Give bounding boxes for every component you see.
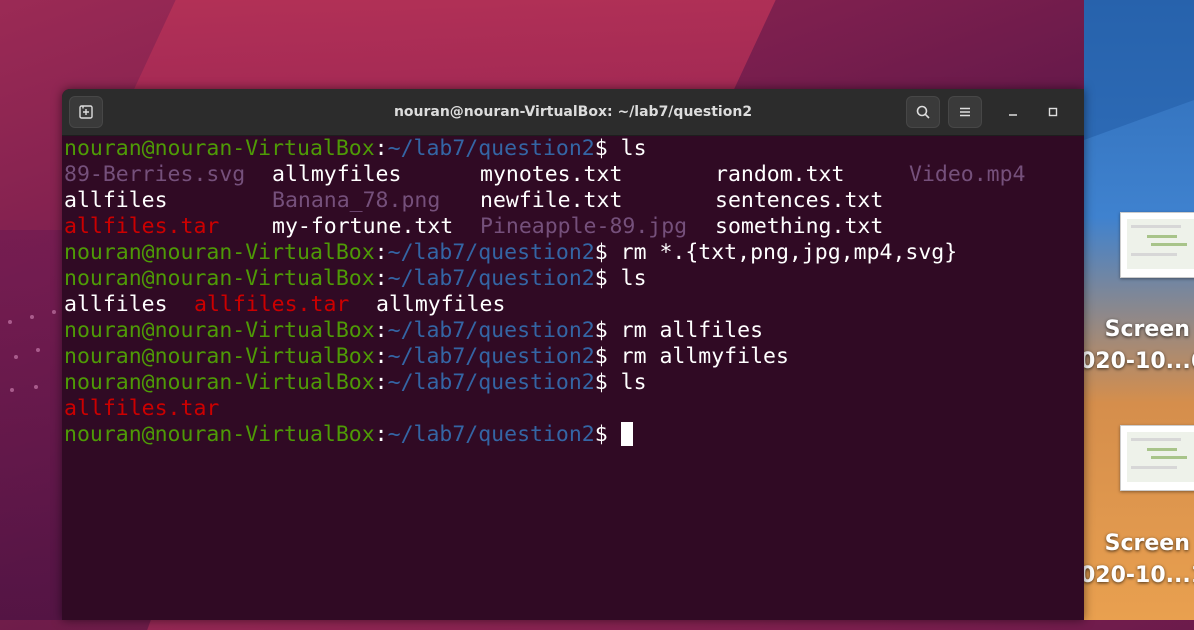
file-name: Banana_78.png [272, 188, 441, 213]
prompt-user-host: nouran@nouran-VirtualBox [64, 370, 375, 395]
search-button[interactable] [906, 96, 940, 128]
terminal-line: nouran@nouran-VirtualBox:~/lab7/question… [64, 370, 1084, 396]
text-cursor [620, 421, 633, 446]
maximize-icon [1048, 107, 1058, 117]
prompt-symbol: $ [594, 266, 621, 291]
prompt-path: ~/lab7/question2 [387, 344, 595, 369]
file-name: allmyfiles [272, 162, 402, 187]
prompt-symbol: $ [594, 370, 621, 395]
desktop-area: Screen S 020-10...6 Screen S 020-10...1 [1084, 0, 1194, 620]
prompt-separator: : [374, 344, 388, 369]
file-name: Pineapple-89.jpg [480, 214, 688, 239]
prompt-path: ~/lab7/question2 [387, 370, 595, 395]
prompt-symbol: $ [594, 422, 621, 447]
ls-output-row: allfiles.tar my-fortune.txt Pineapple-89.j… [64, 214, 1084, 240]
prompt-separator: : [374, 422, 388, 447]
prompt-symbol: $ [594, 344, 621, 369]
file-name: 89-Berries.svg [64, 162, 246, 187]
prompt-path: ~/lab7/question2 [387, 136, 595, 161]
desktop-file-label-line2[interactable]: 020-10...6 [1084, 346, 1194, 378]
ls-output-row: allfiles allfiles.tar allmyfiles [64, 292, 1084, 318]
file-name: mynotes.txt [480, 162, 623, 187]
terminal-line: nouran@nouran-VirtualBox:~/lab7/question… [64, 266, 1084, 292]
file-name: allfiles [64, 292, 168, 317]
prompt-user-host: nouran@nouran-VirtualBox [64, 344, 375, 369]
terminal-line: nouran@nouran-VirtualBox:~/lab7/question… [64, 136, 1084, 162]
file-name: random.txt [715, 162, 845, 187]
prompt-user-host: nouran@nouran-VirtualBox [64, 136, 375, 161]
search-icon [916, 105, 930, 119]
ls-output-row: allfiles.tar [64, 396, 1084, 422]
command-text: rm allfiles [620, 318, 764, 343]
file-name: allfiles.tar [64, 214, 220, 239]
file-name: allfiles.tar [194, 292, 350, 317]
title-bar[interactable]: nouran@nouran-VirtualBox: ~/lab7/questio… [62, 89, 1084, 136]
prompt-separator: : [374, 266, 388, 291]
terminal-output[interactable]: nouran@nouran-VirtualBox:~/lab7/question… [64, 136, 1084, 620]
prompt-separator: : [374, 318, 388, 343]
prompt-user-host: nouran@nouran-VirtualBox [64, 240, 375, 265]
terminal-line: nouran@nouran-VirtualBox:~/lab7/question… [64, 240, 1084, 266]
command-text: ls [620, 370, 647, 395]
prompt-separator: : [374, 240, 388, 265]
new-tab-icon [79, 105, 93, 119]
prompt-path: ~/lab7/question2 [387, 318, 595, 343]
file-name: allfiles.tar [64, 396, 220, 421]
prompt-separator: : [374, 136, 388, 161]
command-text: rm allmyfiles [620, 344, 789, 369]
prompt-symbol: $ [594, 318, 621, 343]
new-tab-button[interactable] [69, 96, 103, 128]
prompt-path: ~/lab7/question2 [387, 240, 595, 265]
prompt-path: ~/lab7/question2 [387, 266, 595, 291]
wallpaper-dots [0, 300, 70, 400]
minimize-icon [1009, 114, 1017, 116]
file-name: newfile.txt [480, 188, 623, 213]
hamburger-menu-icon [960, 107, 970, 117]
maximize-button[interactable] [1042, 101, 1064, 123]
file-name: something.txt [715, 214, 884, 239]
terminal-line[interactable]: nouran@nouran-VirtualBox:~/lab7/question… [64, 421, 1084, 448]
prompt-user-host: nouran@nouran-VirtualBox [64, 318, 375, 343]
file-name: allfiles [64, 188, 168, 213]
command-text: ls [620, 266, 647, 291]
prompt-separator: : [374, 370, 388, 395]
command-text: ls [620, 136, 647, 161]
ls-output-row: 89-Berries.svg allmyfiles mynotes.txt rando… [64, 162, 1084, 188]
prompt-symbol: $ [594, 240, 621, 265]
prompt-symbol: $ [594, 136, 621, 161]
file-name: sentences.txt [715, 188, 884, 213]
desktop-file-label-line2[interactable]: 020-10...1 [1084, 560, 1194, 592]
prompt-path: ~/lab7/question2 [387, 422, 595, 447]
desktop-file-label-line1[interactable]: Screen S [1094, 314, 1194, 346]
desktop-file-thumbnail[interactable] [1120, 425, 1194, 491]
file-name: allmyfiles [376, 292, 506, 317]
desktop-file-thumbnail[interactable] [1120, 212, 1194, 278]
ls-output-row: allfiles Banana_78.png newfile.txt sentence… [64, 188, 1084, 214]
terminal-window[interactable]: nouran@nouran-VirtualBox: ~/lab7/questio… [62, 89, 1084, 620]
command-text: rm *.{txt,png,jpg,mp4,svg} [620, 240, 958, 265]
file-name: Video.mp4 [909, 162, 1026, 187]
wallpaper-band [1084, 0, 1194, 141]
file-name: my-fortune.txt [272, 214, 454, 239]
terminal-line: nouran@nouran-VirtualBox:~/lab7/question… [64, 318, 1084, 344]
desktop-file-label-line1[interactable]: Screen S [1094, 528, 1194, 560]
prompt-user-host: nouran@nouran-VirtualBox [64, 266, 375, 291]
minimize-button[interactable] [1002, 101, 1024, 123]
terminal-line: nouran@nouran-VirtualBox:~/lab7/question… [64, 344, 1084, 370]
prompt-user-host: nouran@nouran-VirtualBox [64, 422, 375, 447]
menu-button[interactable] [948, 96, 982, 128]
